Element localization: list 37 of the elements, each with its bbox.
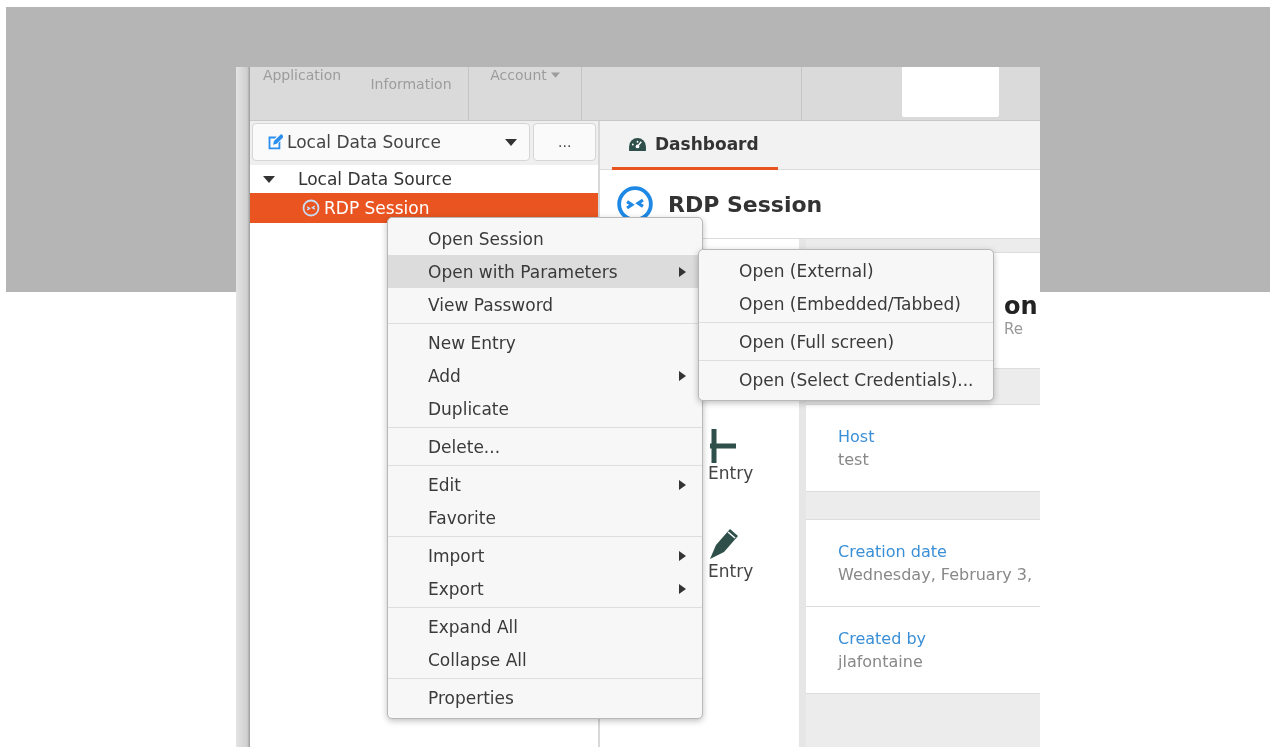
menu-item[interactable]: Properties (388, 681, 702, 714)
menu-item[interactable]: Duplicate (388, 392, 702, 425)
property-label: Created by (838, 629, 928, 648)
menu-item[interactable]: Delete... (388, 430, 702, 463)
plus-icon (710, 429, 736, 463)
more-button[interactable]: ... (533, 123, 596, 161)
menu-item[interactable]: Open (Full screen) (699, 325, 993, 358)
action-label[interactable]: Entry (708, 463, 754, 483)
pencil-icon (710, 527, 740, 561)
menu-item[interactable]: Open (Embedded/Tabbed) (699, 287, 993, 320)
menu-item[interactable]: Add (388, 359, 702, 392)
menu-item[interactable]: New Entry (388, 326, 702, 359)
menu-item[interactable]: View Password (388, 288, 702, 321)
action-label[interactable]: Entry (708, 561, 754, 581)
property-label: Host (838, 427, 876, 446)
gauge-icon (628, 136, 647, 152)
menu-item[interactable]: Edit (388, 468, 702, 501)
property-label: Creation date (838, 542, 948, 561)
menu-item[interactable]: Export (388, 572, 702, 605)
tree-item[interactable]: Local Data Source (250, 165, 598, 193)
summary-subtitle: Re (1004, 320, 1024, 338)
property-value: test (838, 450, 870, 469)
menu-item[interactable]: Expand All (388, 610, 702, 643)
property-value: jlafontaine (838, 652, 924, 671)
property-value: Wednesday, February 3, (838, 565, 1034, 584)
menu-item[interactable]: Favorite (388, 501, 702, 534)
menu-item[interactable]: Open (Select Credentials)... (699, 363, 993, 396)
menu-item[interactable]: Open (External) (699, 254, 993, 287)
data-source-dropdown[interactable]: Local Data Source (252, 123, 531, 161)
menu-item[interactable]: Open Session (388, 222, 702, 255)
caret-icon (505, 138, 518, 146)
rdp-icon (302, 199, 320, 217)
menu-item[interactable]: Collapse All (388, 643, 702, 676)
menu-item[interactable]: Import (388, 539, 702, 572)
expander-icon[interactable] (262, 175, 276, 183)
summary-title: on (1004, 292, 1039, 320)
entry-title: RDP Session (668, 191, 823, 217)
